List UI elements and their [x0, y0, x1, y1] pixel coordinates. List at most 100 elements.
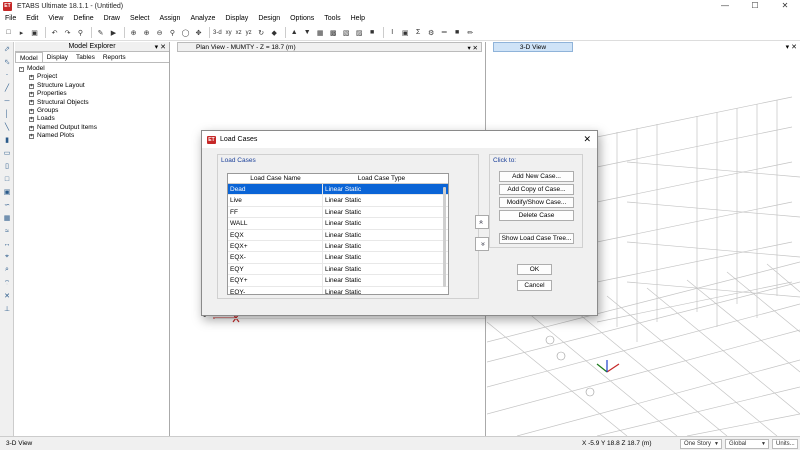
tree-item-properties[interactable]: + Properties	[19, 90, 165, 98]
draw-joint-icon[interactable]: ⋅	[1, 69, 13, 81]
table-row[interactable]: Live Linear Static	[228, 195, 448, 207]
rotate-icon[interactable]: ↻	[256, 27, 267, 38]
maximize-button[interactable]: ☐	[740, 0, 770, 12]
plan-view-close-icon[interactable]: ▾ ✕	[467, 44, 478, 52]
redo-icon[interactable]: ↷	[62, 27, 73, 38]
coord-system-select[interactable]: Global ▼	[725, 439, 769, 449]
table-scrollbar[interactable]	[442, 185, 447, 290]
expand-icon[interactable]: +	[29, 117, 34, 123]
object-shrink-icon[interactable]: ▦	[315, 27, 326, 38]
draw-wall-icon[interactable]: ▮	[1, 134, 13, 146]
view-xz-button[interactable]: xz	[236, 30, 242, 36]
view-xy-button[interactable]: xy	[226, 30, 232, 36]
color-icon[interactable]: ■	[452, 27, 463, 38]
perspective-icon[interactable]: ◆	[269, 27, 280, 38]
menu-file[interactable]: File	[0, 12, 21, 25]
table-row[interactable]: WALL Linear Static	[228, 218, 448, 230]
dialog-close-icon[interactable]: ✕	[583, 134, 591, 145]
table-row[interactable]: EQX Linear Static	[228, 229, 448, 241]
show-load-case-tree-button[interactable]: Show Load Case Tree...	[499, 233, 574, 244]
explorer-pin-icon[interactable]: ▾ ✕	[155, 43, 166, 51]
draw-link-icon[interactable]: ∽	[1, 199, 13, 211]
expand-icon[interactable]: +	[29, 91, 34, 97]
table-row[interactable]: EQY+ Linear Static	[228, 275, 448, 287]
close-window-button[interactable]: ✕	[770, 0, 800, 12]
expand-icon[interactable]: +	[29, 125, 34, 131]
view-3d-title[interactable]: 3-D View	[493, 42, 573, 52]
pencil-icon[interactable]: ✎	[95, 27, 106, 38]
modify-show-case-button[interactable]: Modify/Show Case...	[499, 197, 574, 208]
add-new-case-button[interactable]: Add New Case...	[499, 171, 574, 182]
zoom-previous-icon[interactable]: ⚲	[167, 27, 178, 38]
select-all-icon[interactable]: ■	[367, 27, 378, 38]
tree-item-structure-layout[interactable]: + Structure Layout	[19, 82, 165, 90]
draw-brace-icon[interactable]: ╲	[1, 121, 13, 133]
beam-icon[interactable]: ═	[439, 27, 450, 38]
tree-item-model[interactable]: - Model	[19, 65, 165, 73]
reshape-icon[interactable]: ⬁	[1, 56, 13, 68]
lock-icon[interactable]: ⚲	[75, 27, 86, 38]
tree-item-groups[interactable]: + Groups	[19, 107, 165, 115]
table-row[interactable]: EQX+ Linear Static	[228, 240, 448, 253]
column-header-type[interactable]: Load Case Type	[323, 174, 440, 183]
menu-select[interactable]: Select	[125, 12, 154, 25]
table-row[interactable]: EQX- Linear Static	[228, 252, 448, 264]
tab-reports[interactable]: Reports	[99, 52, 130, 62]
ok-button[interactable]: OK	[517, 264, 552, 275]
pan-icon[interactable]: ✥	[193, 27, 204, 38]
expand-icon[interactable]: +	[29, 75, 34, 81]
draw-frame-icon[interactable]: ╱	[1, 82, 13, 94]
draw-grid-icon[interactable]: ▦	[1, 212, 13, 224]
table-row[interactable]: Dead Linear Static	[228, 184, 448, 196]
tree-item-structural-objects[interactable]: + Structural Objects	[19, 99, 165, 107]
tree-item-project[interactable]: + Project	[19, 73, 165, 81]
draw-slab-icon[interactable]: ▯	[1, 160, 13, 172]
menu-tools[interactable]: Tools	[319, 12, 345, 25]
tab-tables[interactable]: Tables	[72, 52, 99, 62]
table-row[interactable]: EQY- Linear Static	[228, 286, 448, 294]
expand-icon[interactable]: +	[29, 83, 34, 89]
snap-intersect-icon[interactable]: ✕	[1, 290, 13, 302]
expand-icon[interactable]: +	[29, 100, 34, 106]
frame-section-icon[interactable]: I	[387, 27, 398, 38]
undo-icon[interactable]: ↶	[49, 27, 60, 38]
column-header-name[interactable]: Load Case Name	[228, 174, 323, 183]
move-up-icon[interactable]: ▲	[289, 27, 300, 38]
menu-help[interactable]: Help	[346, 12, 370, 25]
plan-view-header[interactable]: Plan View - MUMTY - Z = 18.7 (m) ▾ ✕	[177, 42, 482, 52]
snap-perp-icon[interactable]: ⊥	[1, 303, 13, 315]
sum-icon[interactable]: Σ	[413, 27, 424, 38]
story-select[interactable]: One Story ▼	[680, 439, 722, 449]
menu-draw[interactable]: Draw	[99, 12, 125, 25]
section-icon[interactable]: ▧	[341, 27, 352, 38]
joint-icon[interactable]: ⚙	[426, 27, 437, 38]
move-up-button[interactable]: »	[475, 215, 489, 229]
load-cases-table[interactable]: Load Case Name Load Case Type Dead Linear…	[227, 173, 449, 295]
tab-model[interactable]: Model	[15, 52, 43, 62]
set-display-icon[interactable]: ▩	[328, 27, 339, 38]
menu-define[interactable]: Define	[68, 12, 98, 25]
move-down-button[interactable]: »	[475, 237, 489, 251]
tree-item-named-output-items[interactable]: + Named Output Items	[19, 124, 165, 132]
menu-view[interactable]: View	[43, 12, 68, 25]
delete-case-button[interactable]: Delete Case	[499, 210, 574, 221]
tab-display[interactable]: Display	[43, 52, 72, 62]
menu-options[interactable]: Options	[285, 12, 319, 25]
brush-icon[interactable]: ✏	[465, 27, 476, 38]
expand-icon[interactable]: +	[29, 108, 34, 114]
snap-mid-icon[interactable]: ⌕	[1, 264, 13, 276]
tree-item-named-plots[interactable]: + Named Plots	[19, 132, 165, 140]
table-row[interactable]: FF Linear Static	[228, 206, 448, 219]
cancel-button[interactable]: Cancel	[517, 280, 552, 291]
run-analysis-icon[interactable]: ▶	[108, 27, 119, 38]
menu-display[interactable]: Display	[220, 12, 253, 25]
zoom-window-icon[interactable]: ⊕	[128, 27, 139, 38]
menu-edit[interactable]: Edit	[21, 12, 43, 25]
view-yz-button[interactable]: yz	[246, 30, 252, 36]
add-copy-of-case-button[interactable]: Add Copy of Case...	[499, 184, 574, 195]
draw-column-icon[interactable]: │	[1, 108, 13, 120]
pointer-icon[interactable]: ⬀	[1, 43, 13, 55]
new-file-icon[interactable]: □	[3, 27, 14, 38]
zoom-in-icon[interactable]: ⊕	[141, 27, 152, 38]
draw-beam-icon[interactable]: ─	[1, 95, 13, 107]
